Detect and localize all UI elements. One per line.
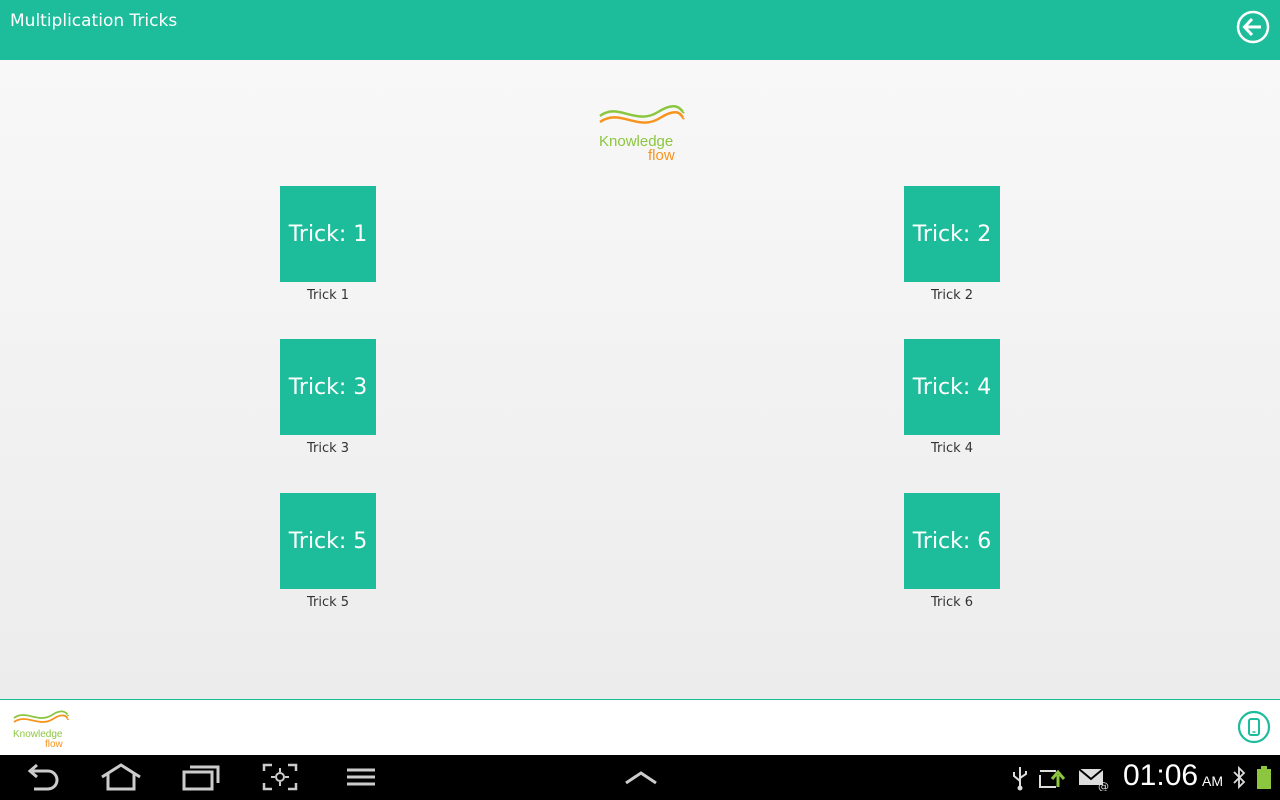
trick-tile-label: Trick: 5	[280, 493, 376, 589]
recent-apps-icon[interactable]	[182, 763, 220, 791]
chevron-up-icon[interactable]	[624, 763, 658, 791]
trick-tile-label: Trick: 1	[280, 186, 376, 282]
app-header: Multiplication Tricks	[0, 0, 1280, 60]
trick-tile-3[interactable]: Trick: 3 Trick 3	[280, 339, 376, 456]
trick-tile-5[interactable]: Trick: 5 Trick 5	[280, 493, 376, 610]
trick-caption: Trick 1	[306, 288, 350, 303]
trick-tile-6[interactable]: Trick: 6 Trick 6	[904, 493, 1000, 610]
trick-caption: Trick 5	[306, 595, 350, 610]
page-title: Multiplication Tricks	[10, 11, 178, 31]
home-icon[interactable]	[100, 763, 142, 791]
system-clock: 01:06	[1123, 759, 1199, 792]
bluetooth-icon	[1233, 765, 1246, 790]
arrow-left-circle-icon	[1236, 10, 1270, 44]
battery-icon	[1257, 766, 1271, 789]
trick-caption: Trick 6	[930, 595, 974, 610]
email-icon: @	[1078, 768, 1109, 791]
svg-text:@: @	[1098, 780, 1109, 791]
phone-icon	[1237, 710, 1271, 744]
trick-tile-label: Trick: 3	[280, 339, 376, 435]
menu-icon[interactable]	[346, 763, 376, 791]
trick-caption: Trick 4	[930, 441, 974, 456]
trick-tile-label: Trick: 4	[904, 339, 1000, 435]
usb-icon	[1013, 767, 1027, 791]
back-button[interactable]	[1236, 10, 1270, 44]
trick-tile-label: Trick: 6	[904, 493, 1000, 589]
trick-tile-2[interactable]: Trick: 2 Trick 2	[904, 186, 1000, 303]
trick-caption: Trick 2	[930, 288, 974, 303]
phone-button[interactable]	[1237, 710, 1271, 744]
back-icon[interactable]	[22, 763, 62, 791]
footer-logo: Knowledge flow	[12, 710, 70, 750]
system-navigation-bar: @ 01:06 AM	[0, 755, 1280, 800]
footer-logo-text-flow: flow	[45, 739, 64, 750]
trick-tile-4[interactable]: Trick: 4 Trick 4	[904, 339, 1000, 456]
sync-icon	[1039, 769, 1066, 788]
knowledge-flow-logo: Knowledge flow	[596, 104, 686, 164]
footer-bar: Knowledge flow	[0, 699, 1280, 756]
trick-caption: Trick 3	[306, 441, 350, 456]
trick-tile-1[interactable]: Trick: 1 Trick 1	[280, 186, 376, 303]
screenshot-icon[interactable]	[262, 763, 298, 791]
logo-text-flow: flow	[648, 147, 675, 164]
system-clock-ampm: AM	[1202, 773, 1223, 789]
trick-tile-label: Trick: 2	[904, 186, 1000, 282]
